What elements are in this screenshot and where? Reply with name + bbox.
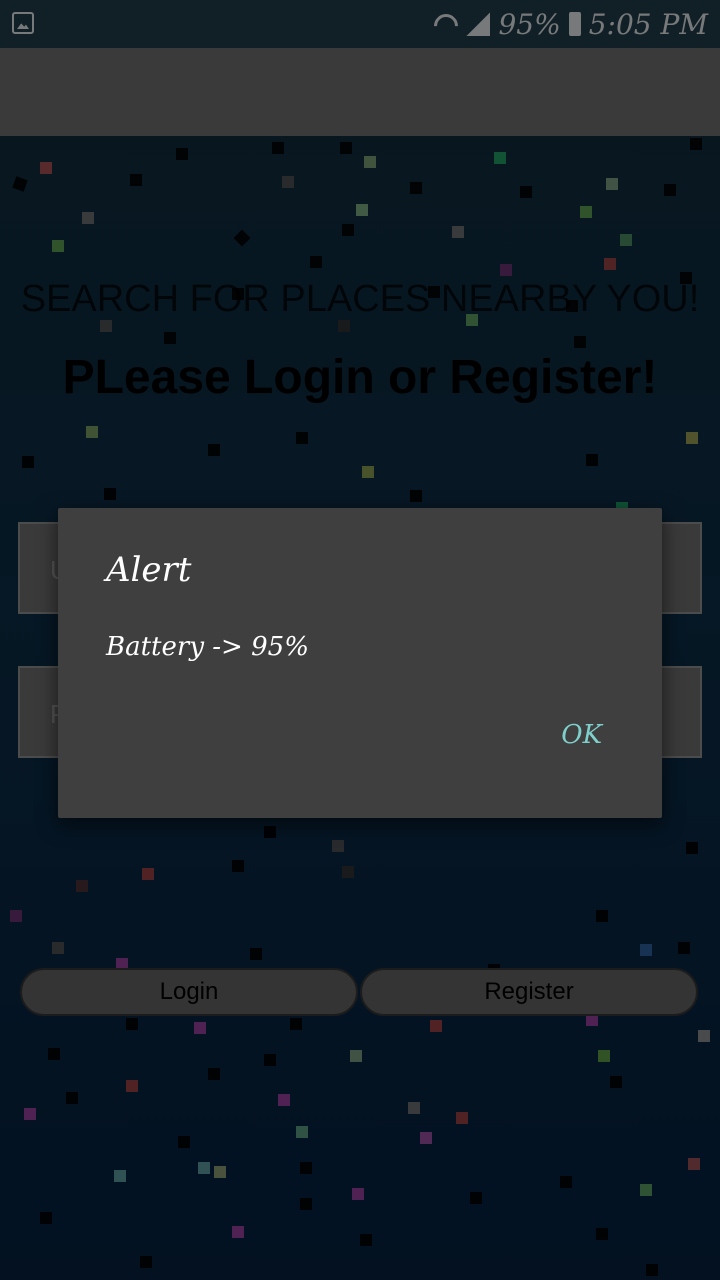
dialog-message: Battery -> 95%	[106, 632, 309, 662]
app-screen: 95% 5:05 PM SEARCH FOR PLACES NEARBY YOU…	[0, 0, 720, 1280]
alert-dialog: Alert Battery -> 95% OK	[58, 508, 662, 818]
dialog-title: Alert	[106, 550, 192, 590]
ok-button[interactable]: OK	[561, 720, 602, 750]
